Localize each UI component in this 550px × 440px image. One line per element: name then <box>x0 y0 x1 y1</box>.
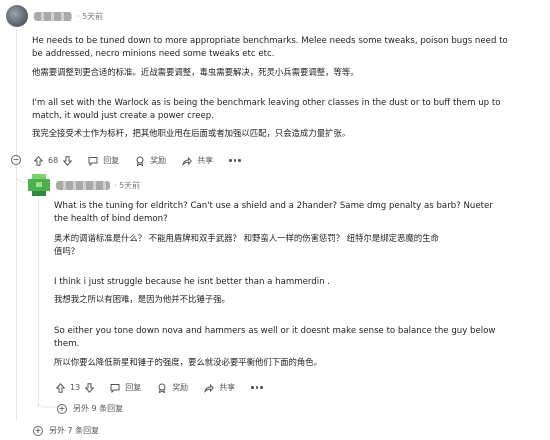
award-icon[interactable] <box>157 383 167 393</box>
downvote-icon[interactable] <box>63 155 73 166</box>
comment-text-cn-2: 我完全接受术士作为标杆，把其他职业甩在后面或者加强以匹配，只会造成力量扩张。 <box>32 128 351 138</box>
vote-count: 68 <box>48 156 59 165</box>
reply-button[interactable]: 回复 <box>125 382 141 393</box>
more-replies-label[interactable]: 另外 9 条回复 <box>73 403 123 414</box>
upvote-icon[interactable] <box>56 382 65 393</box>
comment-text-en-3: So either you tone down nova and hammers… <box>54 326 496 349</box>
comment-time: · 5天前 <box>114 181 141 190</box>
more-options-icon[interactable] <box>229 159 241 162</box>
share-icon[interactable] <box>204 383 215 393</box>
share-button[interactable]: 共享 <box>219 382 235 393</box>
award-button[interactable]: 奖励 <box>150 155 166 166</box>
username-redacted[interactable] <box>34 12 72 21</box>
comment-text-en-2: I think i just struggle because he isnt … <box>54 277 331 287</box>
comment-text-cn: 奥术的调谐标准是什么？ 不能用盾牌和双手武器？ 和野蛮人一样的伤害惩罚？ 纽特尔… <box>54 233 439 256</box>
reply-icon[interactable] <box>110 383 120 393</box>
comment-actions: 13 回复 奖励 共享 <box>56 382 263 393</box>
avatar[interactable] <box>6 5 28 27</box>
more-options-icon[interactable] <box>251 386 263 389</box>
reply-icon[interactable] <box>88 156 98 166</box>
comment-time: · 5天前 <box>77 12 104 21</box>
thread-line-main[interactable] <box>16 30 17 420</box>
share-button[interactable]: 共享 <box>197 155 213 166</box>
upvote-icon[interactable] <box>34 155 43 166</box>
avatar[interactable] <box>26 174 52 196</box>
vote-count: 13 <box>70 383 81 392</box>
more-replies[interactable]: + 另外 7 条回复 <box>33 425 99 436</box>
downvote-icon[interactable] <box>85 382 95 393</box>
username-redacted[interactable] <box>56 181 110 190</box>
more-replies-label[interactable]: 另外 7 条回复 <box>49 425 99 436</box>
comment-text-en: He needs to be tuned down to more approp… <box>32 36 508 59</box>
comment-text-cn: 他需要调整到更合适的标准。近战需要调整，毒虫需要解决，死灵小兵需要调整，等等。 <box>32 67 359 77</box>
award-button[interactable]: 奖励 <box>172 382 188 393</box>
collapse-thread-button[interactable]: − <box>11 155 21 165</box>
reply-button[interactable]: 回复 <box>103 155 119 166</box>
thread-line-nested[interactable] <box>38 196 39 406</box>
comment-text-en-2: I'm all set with the Warlock as is being… <box>32 98 501 121</box>
comment-text-en: What is the tuning for eldritch? Can't u… <box>54 201 493 224</box>
thread-connector <box>38 398 58 408</box>
comment-text-cn-3: 所以你要么降低新星和锤子的强度，要么就没必要平衡他们下面的角色。 <box>54 357 322 367</box>
share-icon[interactable] <box>182 156 193 166</box>
expand-icon[interactable]: + <box>57 403 67 414</box>
comment-text-cn-2: 我想我之所以有困难，是因为他并不比锤子强。 <box>54 294 230 304</box>
comment-actions: 68 回复 奖励 共享 <box>34 155 241 166</box>
award-icon[interactable] <box>135 156 145 166</box>
more-replies-nested[interactable]: + 另外 9 条回复 <box>57 403 123 414</box>
expand-icon[interactable]: + <box>33 425 43 436</box>
